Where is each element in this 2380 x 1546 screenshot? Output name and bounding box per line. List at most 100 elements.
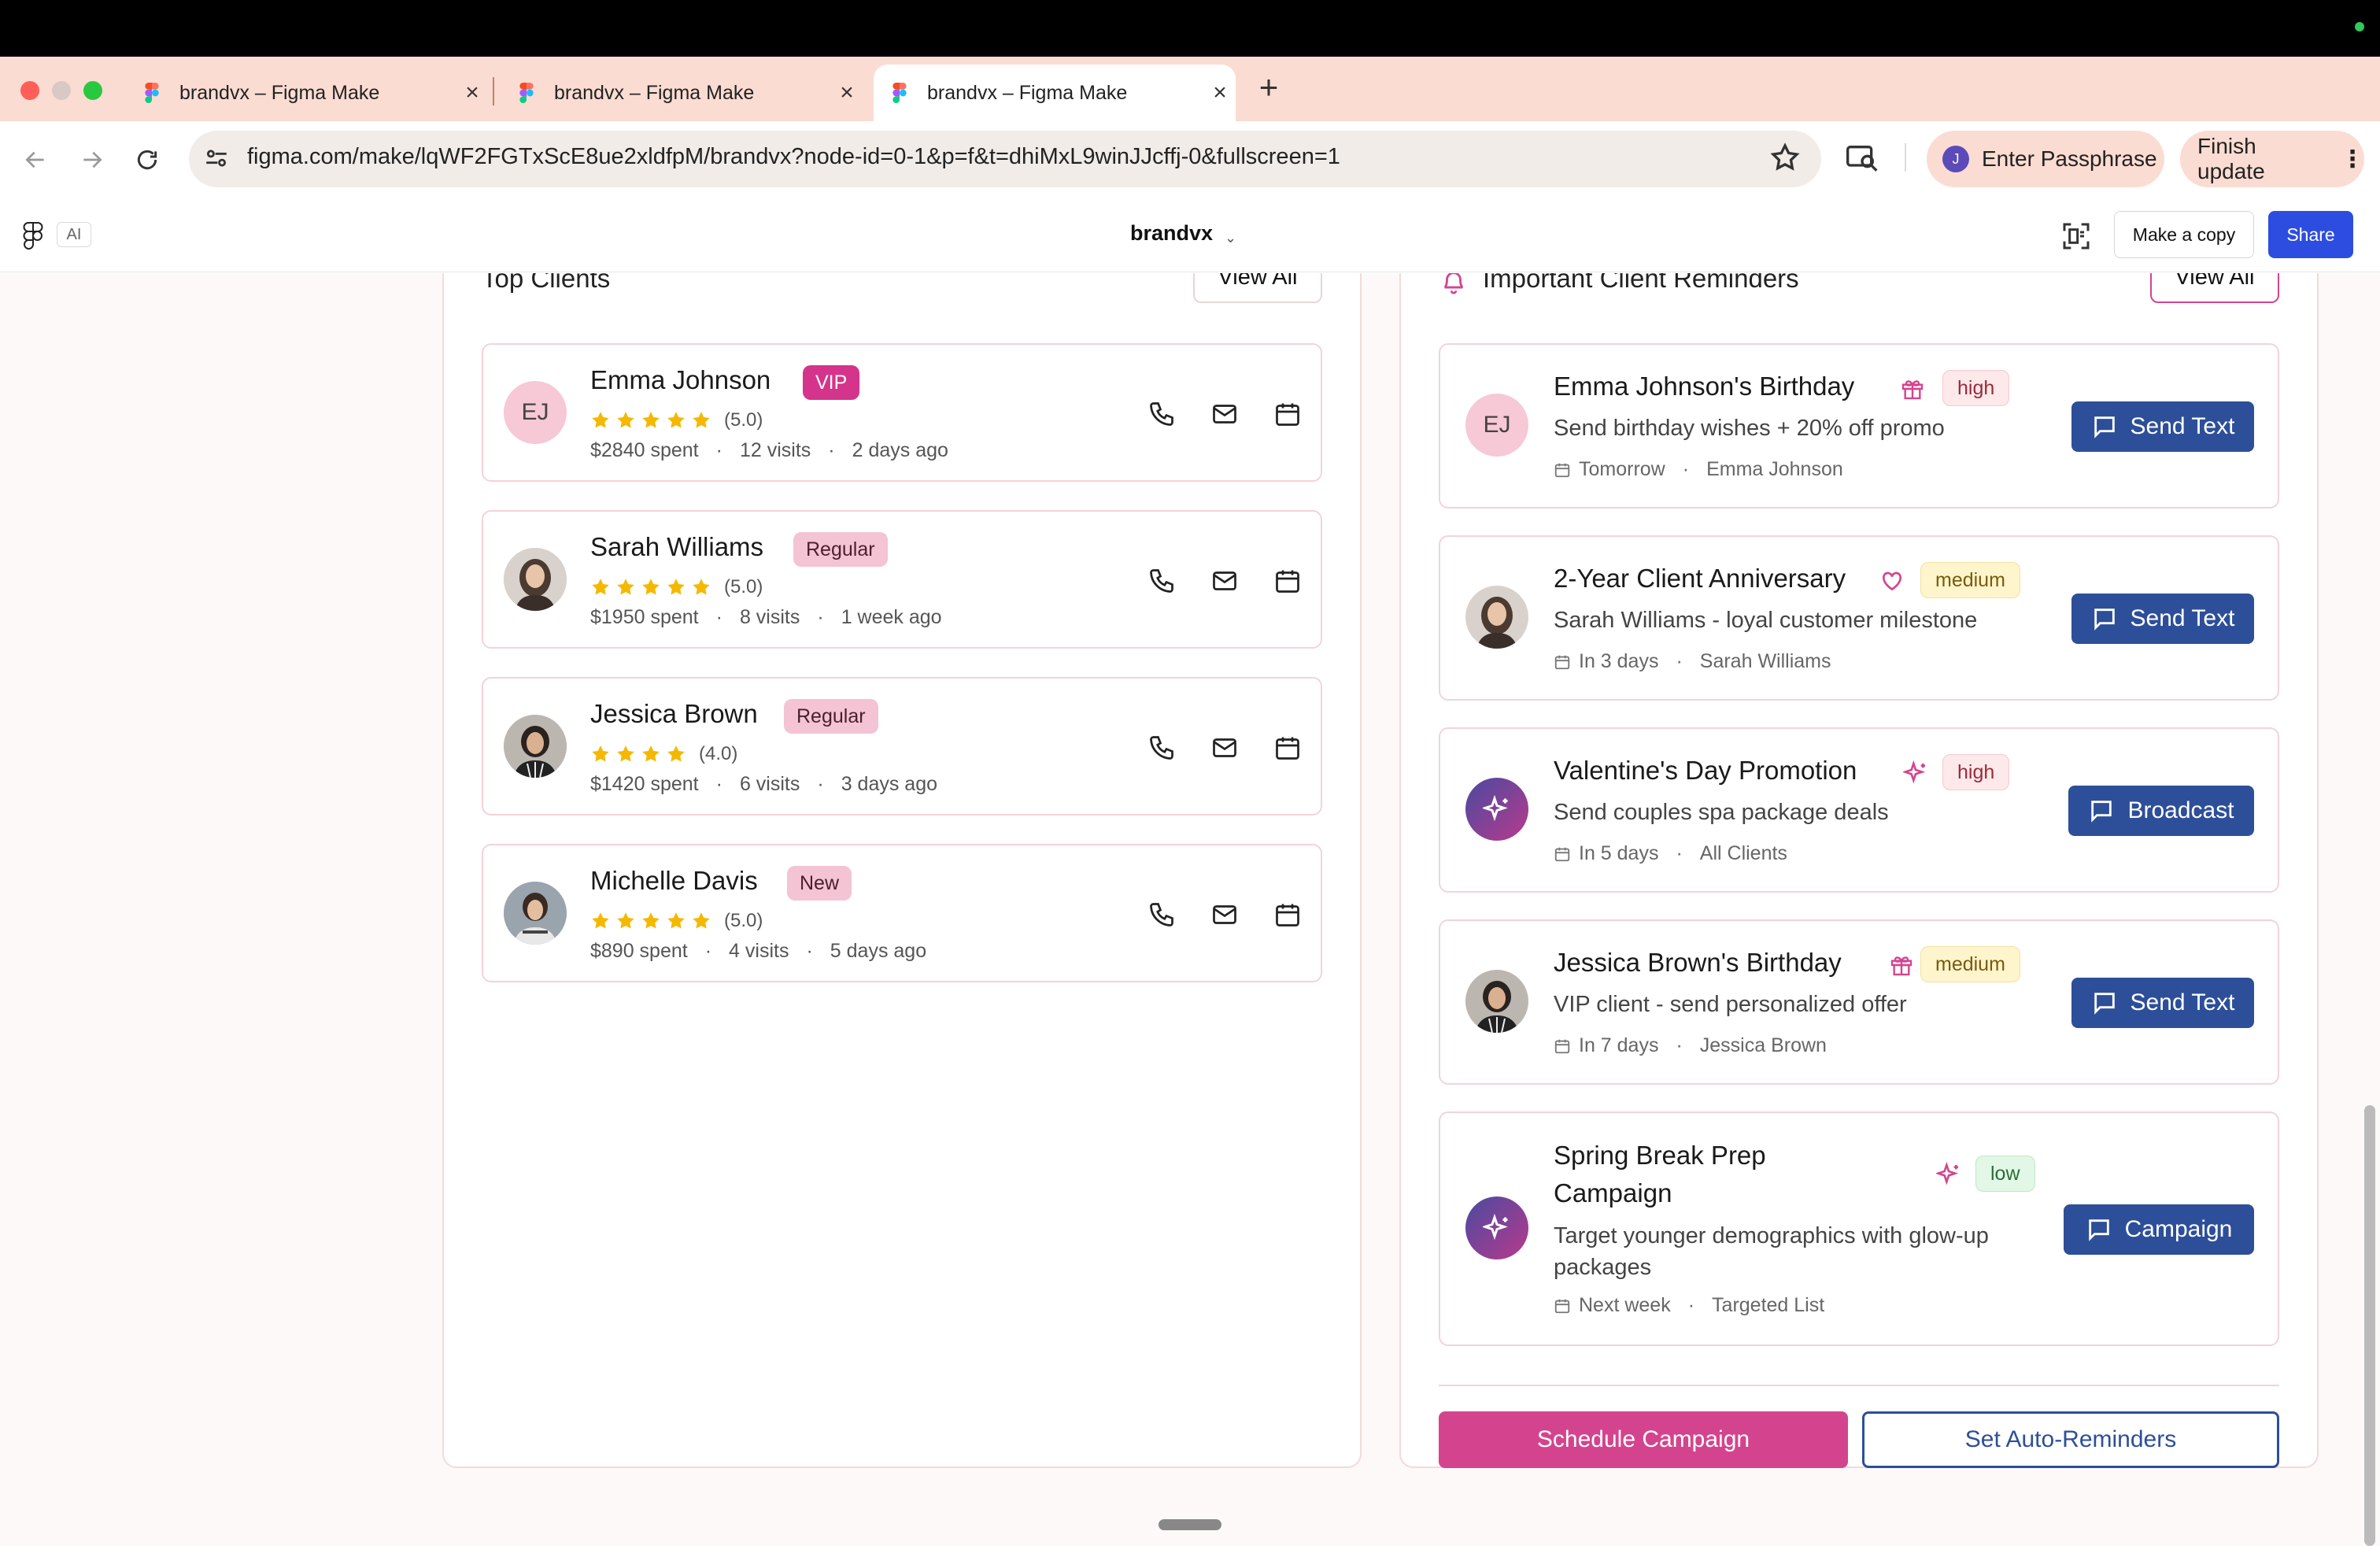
browser-tab-3[interactable]: brandvx – Figma Make ×: [874, 65, 1236, 121]
tab-title: brandvx – Figma Make: [927, 81, 1128, 104]
new-tab-button[interactable]: +: [1251, 68, 1286, 107]
client-card[interactable]: Jessica Brown Regular (4.0) $1420 spent ·…: [482, 677, 1322, 816]
client-card[interactable]: EJ Emma Johnson VIP (5.0) $2840 spent · 12…: [482, 343, 1322, 482]
last-visit: 3 days ago: [841, 773, 938, 795]
bookmark-star-icon[interactable]: [1769, 142, 1801, 173]
reload-icon[interactable]: [129, 142, 165, 178]
client-card[interactable]: Michelle Davis New (5.0) $890 spent · 4 vi…: [482, 844, 1322, 982]
share-button[interactable]: Share: [2268, 211, 2353, 258]
regular-badge: Regular: [784, 699, 878, 734]
broadcast-button[interactable]: Broadcast: [2068, 786, 2254, 836]
reminder-card[interactable]: Spring Break Prep Campaign low Target yo…: [1439, 1111, 2279, 1346]
file-name[interactable]: brandvx: [1130, 221, 1213, 246]
reminder-recipient: Targeted List: [1712, 1294, 1825, 1316]
send-text-button[interactable]: Send Text: [2071, 594, 2254, 644]
divider: [1439, 1385, 2279, 1386]
mail-icon[interactable]: [1210, 901, 1239, 929]
window-zoom-button[interactable]: [83, 81, 102, 100]
phone-icon[interactable]: [1148, 901, 1176, 929]
send-text-button[interactable]: Send Text: [2071, 401, 2254, 452]
reminder-meta: In 3 days · Sarah Williams: [1554, 650, 1831, 673]
client-name: Sarah Williams: [590, 532, 764, 561]
figma-logo-icon[interactable]: [22, 222, 44, 250]
reminder-card[interactable]: Valentine's Day Promotion high Send coup…: [1439, 727, 2279, 893]
browser-tab-1[interactable]: brandvx – Figma Make ×: [126, 65, 488, 121]
new-badge: New: [787, 866, 852, 901]
calendar-icon[interactable]: [1273, 901, 1302, 929]
star-icon: [693, 579, 710, 595]
window-minimize-button[interactable]: [52, 81, 71, 100]
avatar: [1465, 970, 1528, 1033]
back-icon[interactable]: [17, 142, 54, 178]
forward-icon[interactable]: [74, 142, 110, 178]
view-all-reminders-button[interactable]: View All: [2150, 273, 2279, 303]
reminder-when: In 7 days: [1579, 1034, 1659, 1056]
message-icon: [2094, 608, 2115, 631]
reminders-title: Important Client Reminders: [1483, 273, 1799, 293]
client-name: Emma Johnson: [590, 365, 771, 394]
phone-icon[interactable]: [1148, 734, 1176, 762]
update-label: Finish update: [2197, 134, 2265, 183]
close-tab-icon[interactable]: ×: [831, 80, 863, 106]
calendar-icon: [1554, 463, 1570, 477]
star-icon: [642, 579, 660, 595]
gift-icon: [1890, 956, 1913, 976]
site-settings-icon[interactable]: [203, 145, 230, 172]
calendar-icon[interactable]: [1273, 734, 1302, 762]
tab-title: brandvx – Figma Make: [179, 81, 380, 104]
reminder-card[interactable]: Jessica Brown's Birthday medium VIP clie…: [1439, 919, 2279, 1085]
google-lens-icon[interactable]: [1845, 142, 1879, 173]
last-visit: 1 week ago: [841, 606, 942, 628]
sparkles-icon: [1936, 1162, 1959, 1185]
star-icon: [592, 412, 609, 428]
amount-spent: $2840 spent: [590, 439, 699, 461]
reminder-description: Sarah Williams - loyal customer mileston…: [1554, 608, 1978, 633]
reminder-meta: In 5 days · All Clients: [1554, 842, 1787, 865]
mail-icon[interactable]: [1210, 734, 1239, 762]
reminder-card[interactable]: 2-Year Client Anniversary medium Sarah W…: [1439, 535, 2279, 701]
visit-count: 6 visits: [739, 773, 800, 795]
avatar: [504, 715, 567, 778]
calendar-icon: [1554, 655, 1570, 669]
window-close-button[interactable]: [20, 81, 39, 100]
mail-icon[interactable]: [1210, 567, 1239, 595]
finish-update-button[interactable]: Finish update ⋮: [2180, 131, 2364, 187]
reminder-meta: Next week · Targeted List: [1554, 1294, 1824, 1317]
sparkles-icon: [1903, 760, 1926, 784]
toolbar-divider: [1905, 143, 1906, 172]
close-tab-icon[interactable]: ×: [1204, 80, 1236, 106]
close-tab-icon[interactable]: ×: [456, 80, 488, 106]
visit-count: 4 visits: [729, 940, 789, 962]
present-frame-icon[interactable]: [2060, 220, 2092, 252]
priority-badge: high: [1942, 754, 2010, 790]
phone-icon[interactable]: [1148, 400, 1176, 428]
kebab-menu-icon[interactable]: ⋮: [2341, 146, 2364, 173]
client-card[interactable]: Sarah Williams Regular (5.0) $1950 spent…: [482, 510, 1322, 649]
star-icon: [667, 579, 685, 595]
calendar-icon[interactable]: [1273, 567, 1302, 595]
action-label: Campaign: [2124, 1216, 2233, 1242]
reminder-card[interactable]: EJ Emma Johnson's Birthday high Send bir…: [1439, 343, 2279, 509]
star-icon: [617, 912, 634, 929]
phone-icon[interactable]: [1148, 567, 1176, 595]
browser-tab-2[interactable]: brandvx – Figma Make ×: [501, 65, 863, 121]
calendar-icon[interactable]: [1273, 400, 1302, 428]
url-text[interactable]: figma.com/make/lqWF2FGTxScE8ue2xldfpM/br…: [247, 144, 1340, 170]
enter-passphrase-button[interactable]: J Enter Passphrase: [1927, 131, 2164, 187]
make-a-copy-button[interactable]: Make a copy: [2114, 211, 2254, 258]
star-icon: [617, 412, 634, 428]
avatar: [1465, 1196, 1528, 1259]
chevron-down-icon[interactable]: ⌄: [1225, 230, 1236, 246]
schedule-campaign-button[interactable]: Schedule Campaign: [1439, 1411, 1848, 1468]
resize-handle[interactable]: [1159, 1519, 1221, 1530]
campaign-button[interactable]: Campaign: [2064, 1204, 2254, 1255]
priority-badge: medium: [1920, 946, 2020, 982]
send-text-button[interactable]: Send Text: [2071, 978, 2254, 1028]
mail-icon[interactable]: [1210, 400, 1239, 428]
reminder-when: In 5 days: [1579, 842, 1659, 864]
top-clients-title: Top Clients: [482, 273, 611, 293]
client-photo: [504, 548, 567, 611]
vertical-scrollbar[interactable]: [2364, 1105, 2375, 1546]
set-auto-reminders-button[interactable]: Set Auto-Reminders: [1862, 1411, 2279, 1468]
view-all-clients-button[interactable]: View All: [1193, 273, 1322, 303]
